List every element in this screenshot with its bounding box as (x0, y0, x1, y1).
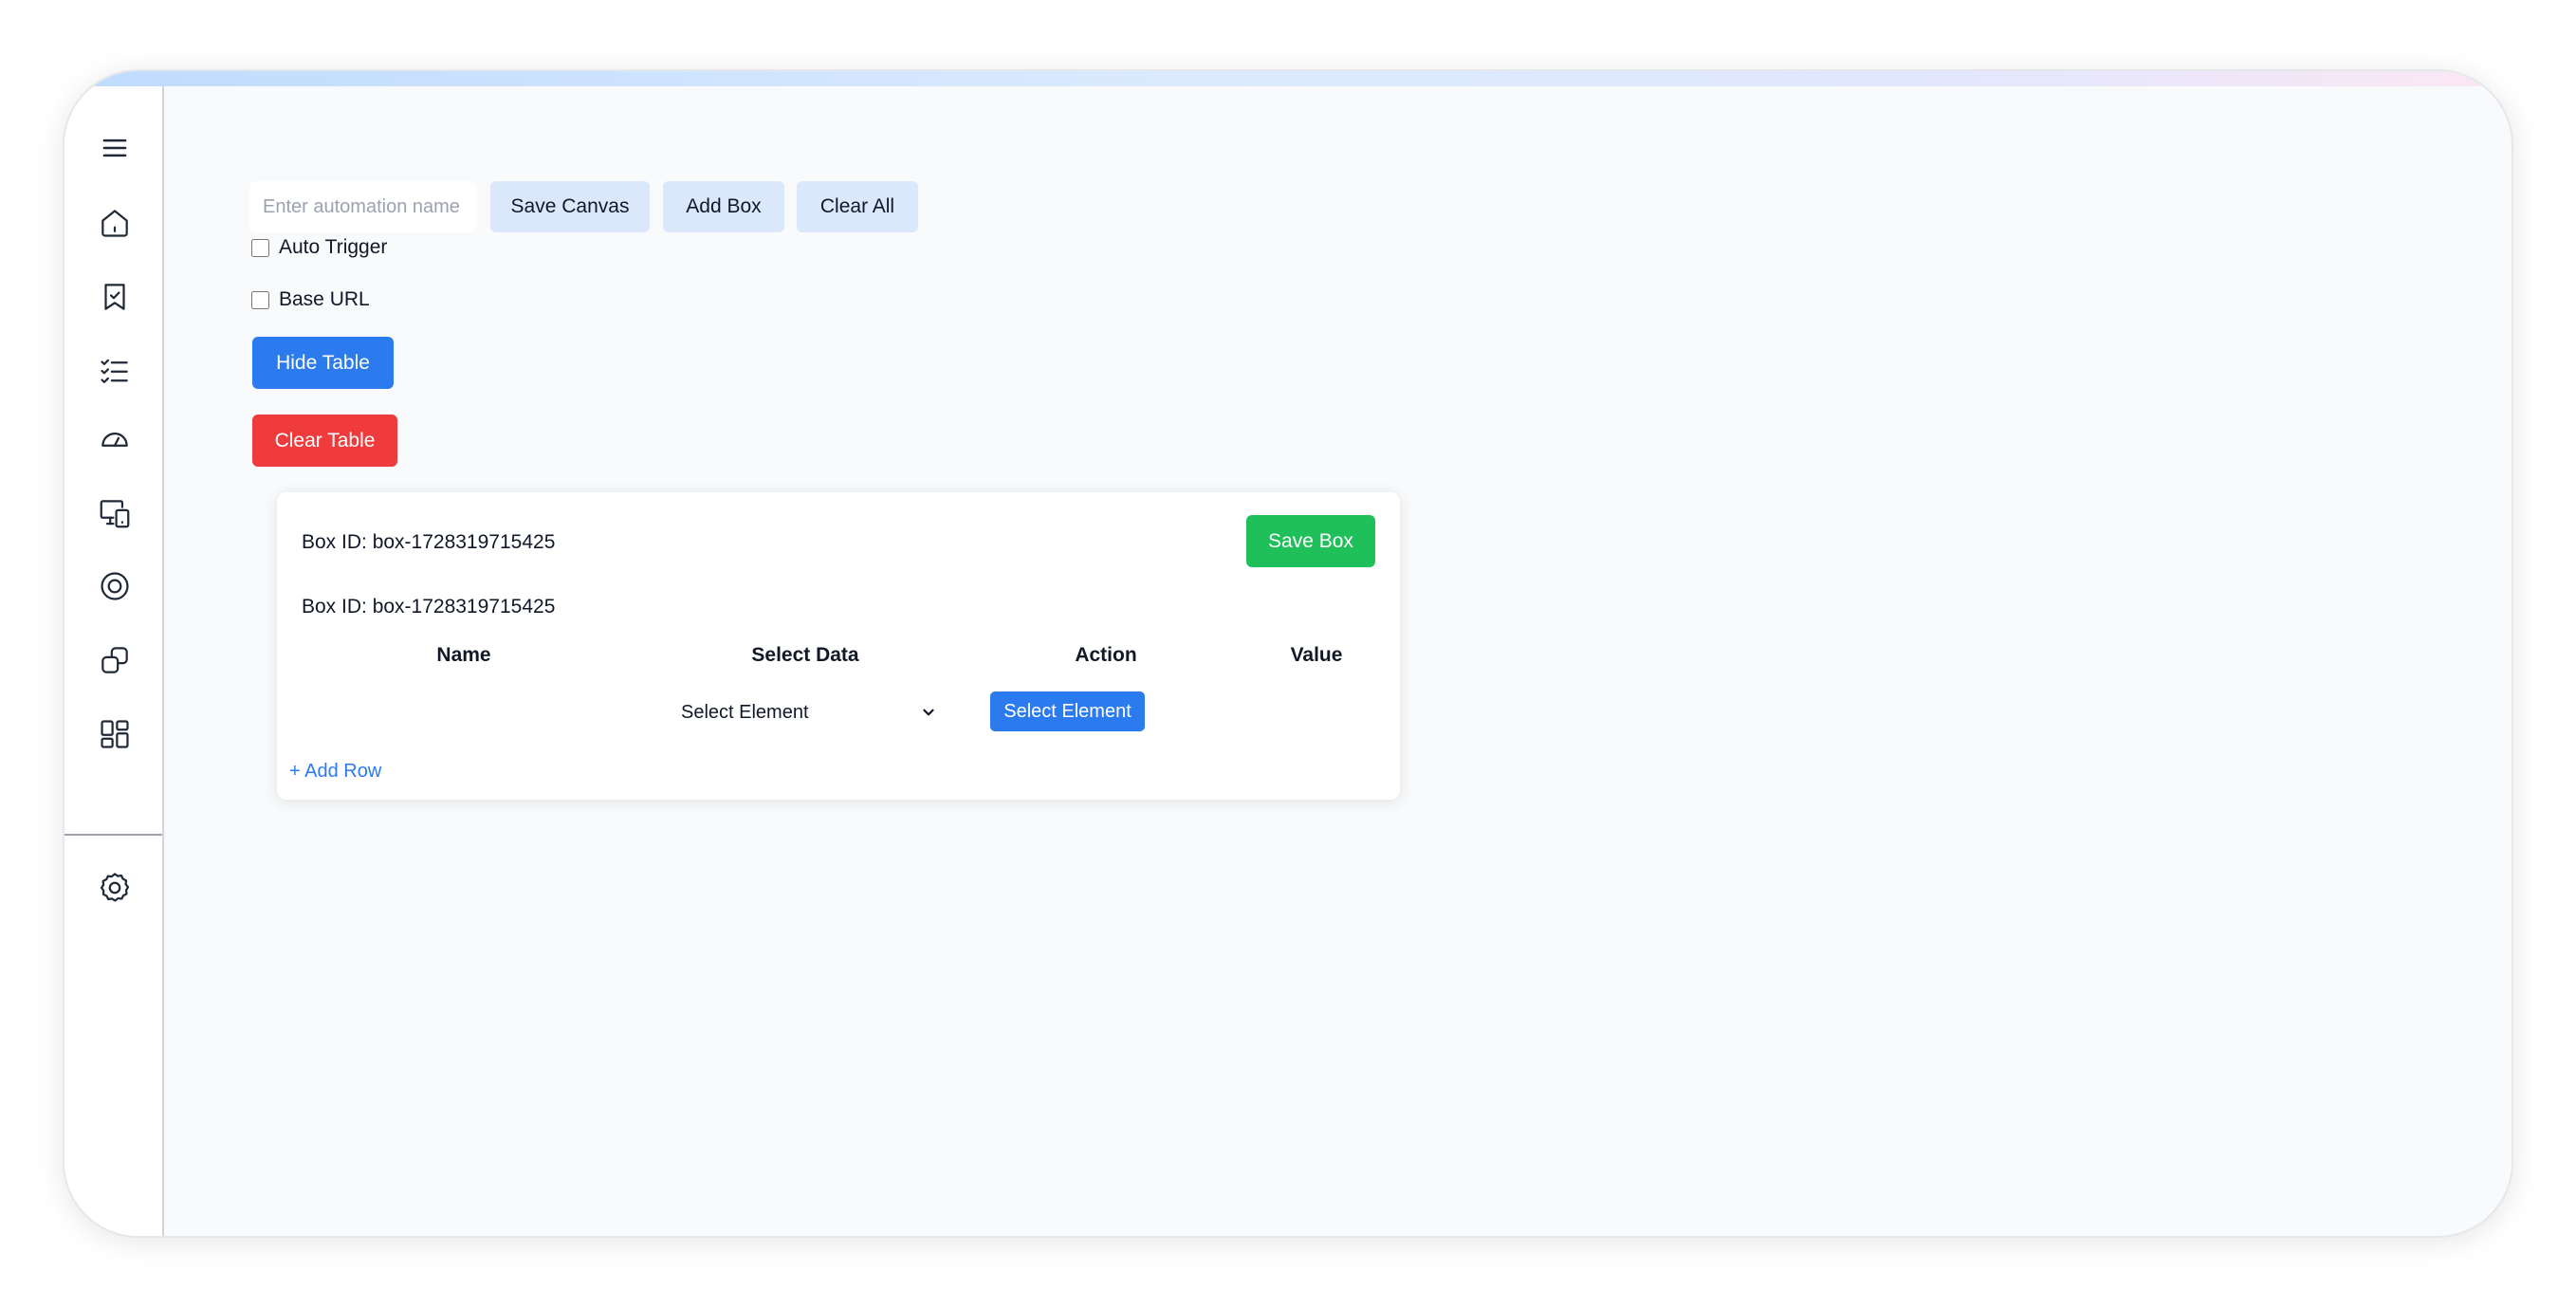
box-id-label: Box ID: box-1728319715425 (302, 596, 556, 618)
copy-icon[interactable] (97, 642, 133, 678)
select-data-dropdown[interactable]: Select Element (668, 693, 950, 731)
devices-icon[interactable] (97, 495, 133, 531)
menu-icon[interactable] (97, 130, 133, 166)
base-url-checkbox[interactable] (251, 290, 269, 309)
box-id-header: Box ID: box-1728319715425 (302, 531, 556, 553)
clear-all-button[interactable]: Clear All (797, 181, 918, 232)
auto-trigger-checkbox[interactable] (251, 238, 269, 257)
automation-canvas: Save Canvas Add Box Clear All Auto Trigg… (164, 86, 2512, 1236)
save-box-button[interactable]: Save Box (1246, 515, 1375, 567)
bookmark-check-icon[interactable] (97, 279, 133, 315)
select-data-value: Select Element (681, 701, 809, 723)
checklist-icon[interactable] (97, 353, 133, 389)
automation-box[interactable]: Box ID: box-1728319715425 Save Box Box I… (277, 492, 1400, 800)
save-canvas-button[interactable]: Save Canvas (490, 181, 650, 232)
automation-name-input[interactable] (249, 181, 477, 232)
sidebar (64, 86, 164, 1236)
column-header-action: Action (1075, 644, 1137, 666)
dashboard-icon[interactable] (97, 716, 133, 752)
add-row-link[interactable]: + Add Row (289, 761, 381, 783)
target-icon[interactable] (97, 568, 133, 604)
auto-trigger-label: Auto Trigger (279, 236, 388, 258)
column-header-name: Name (436, 644, 491, 666)
add-box-button[interactable]: Add Box (663, 181, 784, 232)
home-icon[interactable] (97, 205, 133, 241)
app-window: Save Canvas Add Box Clear All Auto Trigg… (63, 69, 2513, 1238)
base-url-label: Base URL (279, 288, 370, 310)
column-header-value: Value (1290, 644, 1343, 666)
clear-table-button[interactable]: Clear Table (252, 415, 397, 467)
hide-table-button[interactable]: Hide Table (252, 337, 394, 389)
gauge-icon[interactable] (97, 423, 133, 459)
settings-icon[interactable] (97, 870, 133, 906)
select-element-button[interactable]: Select Element (990, 691, 1145, 731)
sidebar-divider (64, 834, 162, 836)
column-header-select-data: Select Data (751, 644, 859, 666)
base-url-option[interactable]: Base URL (251, 288, 370, 311)
window-top-accent (64, 71, 2512, 86)
chevron-down-icon (923, 709, 934, 716)
auto-trigger-option[interactable]: Auto Trigger (251, 236, 387, 259)
